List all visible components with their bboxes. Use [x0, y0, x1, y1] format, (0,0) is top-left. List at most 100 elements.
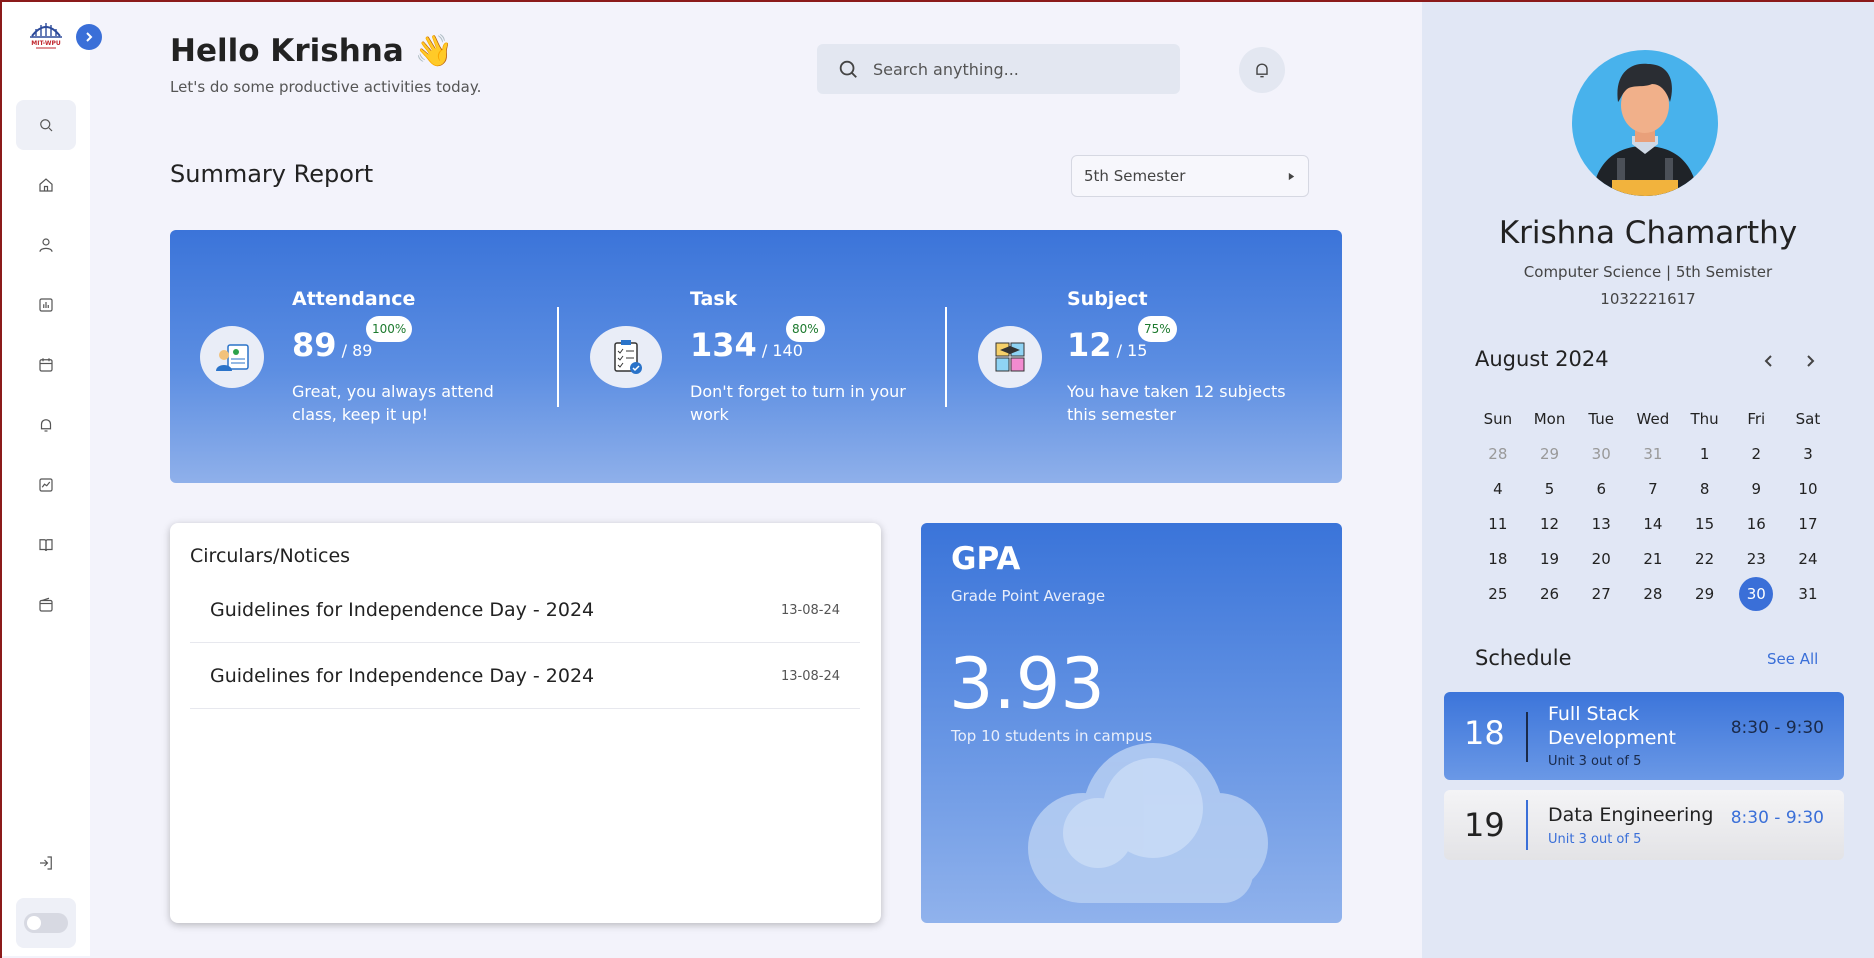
- calendar-week-row: 11 12 13 14 15 16 17: [1472, 507, 1834, 542]
- nav-analytics[interactable]: [16, 460, 76, 510]
- today-marker: 30: [1739, 577, 1774, 611]
- schedule-unit: Unit 3 out of 5: [1548, 832, 1642, 847]
- calendar-day[interactable]: 31: [1782, 577, 1834, 612]
- svg-text:MIT-WPU: MIT-WPU: [31, 40, 61, 47]
- notice-item[interactable]: Guidelines for Independence Day - 2024 1…: [190, 643, 860, 709]
- stat-divider: [945, 307, 947, 407]
- schedule-title: Schedule: [1475, 646, 1572, 670]
- attendance-value: 89 / 89: [292, 326, 373, 364]
- notice-item[interactable]: Guidelines for Independence Day - 2024 1…: [190, 577, 860, 643]
- calendar-day[interactable]: 2: [1730, 437, 1782, 472]
- calendar-day[interactable]: 15: [1679, 507, 1731, 542]
- gpa-note: Top 10 students in campus: [951, 727, 1153, 745]
- calendar-day[interactable]: 1: [1679, 437, 1731, 472]
- calendar-day[interactable]: 14: [1627, 507, 1679, 542]
- bar-chart-icon: [39, 298, 53, 312]
- chevron-right-icon: [86, 32, 93, 42]
- calendar-day[interactable]: 12: [1524, 507, 1576, 542]
- see-all-link[interactable]: See All: [1767, 650, 1818, 668]
- calendar-day[interactable]: 28: [1627, 577, 1679, 612]
- nav-reports[interactable]: [16, 280, 76, 330]
- calendar-day[interactable]: 6: [1575, 472, 1627, 507]
- profile-roll-number: 1032221617: [1600, 290, 1696, 308]
- calendar-day[interactable]: 20: [1575, 542, 1627, 577]
- schedule-item[interactable]: 18 Full Stack Development Unit 3 out of …: [1444, 692, 1844, 780]
- calendar-weekday-row: Sun Mon Tue Wed Thu Fri Sat: [1472, 402, 1834, 437]
- calendar-day[interactable]: 30: [1575, 437, 1627, 472]
- theme-toggle-container: [16, 898, 76, 948]
- calendar-day[interactable]: 21: [1627, 542, 1679, 577]
- calendar-next-button[interactable]: [1798, 349, 1822, 373]
- expand-sidebar-button[interactable]: [76, 24, 102, 50]
- nav-wallet[interactable]: [16, 580, 76, 630]
- nav-profile[interactable]: [16, 220, 76, 270]
- calendar-day[interactable]: 17: [1782, 507, 1834, 542]
- calendar-day[interactable]: 29: [1524, 437, 1576, 472]
- calendar-day[interactable]: 8: [1679, 472, 1731, 507]
- calendar-day[interactable]: 16: [1730, 507, 1782, 542]
- gpa-value: 3.93: [949, 643, 1105, 725]
- task-description: Don't forget to turn in your work: [690, 382, 906, 424]
- nav-home[interactable]: [16, 160, 76, 210]
- chevron-left-icon: [1764, 355, 1772, 367]
- schedule-day: 19: [1464, 806, 1505, 844]
- circulars-title: Circulars/Notices: [190, 545, 351, 567]
- subject-description: You have taken 12 subjects this semester: [1067, 382, 1286, 424]
- nav-library[interactable]: [16, 520, 76, 570]
- calendar-day[interactable]: 4: [1472, 472, 1524, 507]
- summary-report-title: Summary Report: [170, 160, 374, 188]
- calendar-day[interactable]: 5: [1524, 472, 1576, 507]
- weekday-label: Mon: [1533, 410, 1566, 428]
- task-stat: Task 134 / 140 80% Don't forget to turn …: [560, 230, 950, 483]
- calendar-day-today[interactable]: 30: [1730, 577, 1782, 612]
- calendar-day[interactable]: 31: [1627, 437, 1679, 472]
- logout-icon: [40, 856, 52, 870]
- gpa-subtitle: Grade Point Average: [951, 587, 1106, 605]
- nav-notifications[interactable]: [16, 400, 76, 450]
- weekday-label: Thu: [1690, 410, 1719, 428]
- weekday-label: Wed: [1636, 410, 1670, 428]
- university-logo[interactable]: MIT-WPU: [28, 18, 64, 52]
- nav-search[interactable]: [16, 100, 76, 150]
- calendar-day[interactable]: 13: [1575, 507, 1627, 542]
- calendar-day[interactable]: 11: [1472, 507, 1524, 542]
- calendar-icon: [39, 358, 53, 372]
- search-bar[interactable]: [817, 44, 1180, 94]
- greeting-heading: Hello Krishna 👋: [170, 33, 454, 69]
- stat-divider: [557, 307, 559, 407]
- calendar-day[interactable]: 9: [1730, 472, 1782, 507]
- nav-calendar[interactable]: [16, 340, 76, 390]
- semester-select[interactable]: 5th Semester: [1071, 155, 1309, 197]
- notice-title: Guidelines for Independence Day - 2024: [210, 599, 595, 621]
- calendar-day[interactable]: 24: [1782, 542, 1834, 577]
- notice-title: Guidelines for Independence Day - 2024: [210, 665, 595, 687]
- profile-department: Computer Science | 5th Semister: [1523, 263, 1773, 281]
- calendar-day[interactable]: 3: [1782, 437, 1834, 472]
- weekday-label: Tue: [1588, 410, 1615, 428]
- schedule-title-text: Full Stack Development: [1548, 703, 1676, 749]
- gpa-card: GPA Grade Point Average 3.93 Top 10 stud…: [921, 523, 1342, 923]
- calendar-week-row: 4 5 6 7 8 9 10: [1472, 472, 1834, 507]
- calendar-day[interactable]: 22: [1679, 542, 1731, 577]
- calendar-day[interactable]: 29: [1679, 577, 1731, 612]
- wallet-icon: [39, 597, 53, 612]
- calendar-day[interactable]: 18: [1472, 542, 1524, 577]
- subject-value: 12 / 15: [1067, 326, 1148, 364]
- search-input[interactable]: [873, 59, 1153, 79]
- calendar-day[interactable]: 26: [1524, 577, 1576, 612]
- calendar-day[interactable]: 28: [1472, 437, 1524, 472]
- calendar-day[interactable]: 19: [1524, 542, 1576, 577]
- calendar-day[interactable]: 7: [1627, 472, 1679, 507]
- avatar[interactable]: [1572, 50, 1718, 196]
- schedule-day: 18: [1464, 714, 1505, 752]
- calendar-day[interactable]: 25: [1472, 577, 1524, 612]
- logout-button[interactable]: [16, 838, 76, 888]
- calendar-week-row: 18 19 20 21 22 23 24: [1472, 542, 1834, 577]
- calendar-day[interactable]: 23: [1730, 542, 1782, 577]
- calendar-day[interactable]: 10: [1782, 472, 1834, 507]
- notifications-button[interactable]: [1239, 47, 1285, 93]
- calendar-day[interactable]: 27: [1575, 577, 1627, 612]
- theme-toggle[interactable]: [24, 913, 68, 933]
- calendar-prev-button[interactable]: [1757, 349, 1781, 373]
- schedule-item[interactable]: 19 Data Engineering Unit 3 out of 5 8:30…: [1444, 790, 1844, 860]
